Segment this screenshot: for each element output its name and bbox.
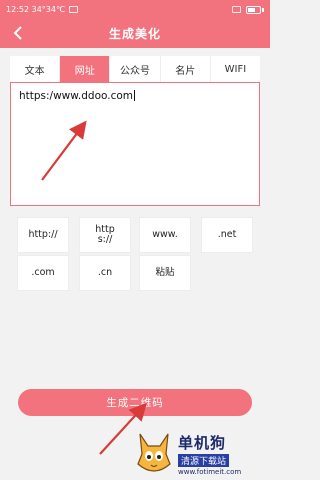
chip-label: http:// [28,228,58,240]
tab-url[interactable]: 网址 [60,56,111,82]
tab-business-card[interactable]: 名片 [161,56,211,82]
chip-http[interactable]: http:// [18,218,68,252]
chip-label: www. [152,228,178,240]
watermark-tagline: 清源下载站 [178,454,230,467]
tab-wifi[interactable]: WIFI [211,56,260,82]
type-tabs: 文本 网址 公众号 名片 WIFI [10,56,260,82]
tab-text[interactable]: 文本 [10,56,61,82]
chip-www[interactable]: www. [140,218,190,252]
tab-label: 文本 [24,65,45,77]
chip-cn[interactable]: .cn [80,256,130,290]
generate-qr-button[interactable]: 生成二维码 [18,389,252,416]
tab-official-account[interactable]: 公众号 [110,56,161,82]
dog-mascot-icon [137,433,171,472]
notification-icon [68,6,78,13]
chip-net[interactable]: .net [202,218,252,252]
tab-label: WIFI [224,63,247,75]
chip-label: .cn [97,266,113,278]
chip-label: .com [31,266,55,278]
chevron-left-icon [13,26,22,40]
url-input[interactable]: https:/www.ddoo.com [10,82,260,206]
watermark: 单机狗 清源下载站 www.fotimeit.com [134,424,266,476]
chip-label: 粘贴 [155,266,175,278]
battery-icon [246,5,264,14]
chip-label: https:// [95,223,115,245]
wifi-icon [232,6,241,13]
tab-label: 名片 [175,65,196,77]
page-title: 生成美化 [108,27,161,41]
chip-com[interactable]: .com [18,256,68,290]
generate-qr-label: 生成二维码 [106,397,164,409]
status-time: 12:52 34°34℃ [6,5,65,14]
tab-label: 公众号 [120,65,150,77]
status-bar: 12:52 34°34℃ [0,0,270,19]
chip-paste[interactable]: 粘贴 [140,256,190,290]
top-app-bar: 生成美化 [0,19,270,48]
chip-label: .net [217,228,237,240]
back-button[interactable] [8,23,28,43]
tab-label: 网址 [74,65,95,77]
watermark-url: www.fotimeit.com [178,468,242,476]
url-input-value: https:/www.ddoo.com [19,90,133,102]
watermark-brand: 单机狗 [178,434,227,452]
battery-level [248,7,255,12]
chip-https[interactable]: https:// [80,218,130,252]
text-cursor [134,90,135,101]
